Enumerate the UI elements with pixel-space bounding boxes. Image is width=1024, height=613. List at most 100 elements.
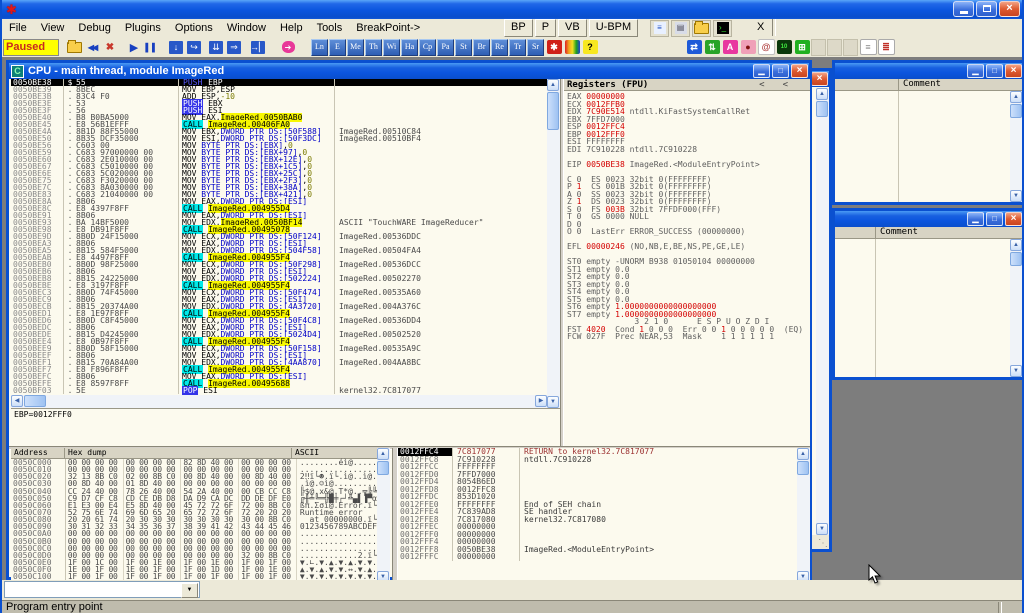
maximize-icon[interactable]: □ bbox=[986, 64, 1003, 78]
register-line[interactable]: FCW 027F Prec NEAR,53 Mask 1 1 1 1 1 1 bbox=[564, 333, 810, 341]
exec-till-return-icon[interactable]: →▏ bbox=[249, 39, 267, 56]
toolbar-letter-button-tr[interactable]: Tr bbox=[509, 39, 526, 56]
plugin-close-button[interactable]: X bbox=[750, 19, 771, 37]
menu-item-help[interactable]: Help bbox=[273, 22, 310, 34]
menu-item-tools[interactable]: Tools bbox=[310, 22, 350, 34]
scroll-down-icon[interactable]: ▼ bbox=[797, 571, 809, 580]
minimize-icon[interactable]: ▁ bbox=[967, 212, 984, 226]
go-to-icon[interactable]: ➔ bbox=[279, 39, 297, 56]
options-gear-icon[interactable]: ✱ bbox=[545, 39, 563, 56]
cpu-window[interactable]: C CPU - main thread, module ImageRed ▁ □… bbox=[6, 60, 812, 580]
run-icon[interactable]: ▶ bbox=[125, 39, 143, 56]
menu-item-file[interactable]: File bbox=[2, 22, 34, 34]
command-input[interactable]: ▼ bbox=[4, 581, 200, 598]
toolbar-letter-button-e[interactable]: E bbox=[329, 39, 346, 56]
disasm-row[interactable]: 0050BEFE.E8 8597F8FFCALL ImageRed.004956… bbox=[11, 380, 547, 387]
scroll-up-icon[interactable]: ▲ bbox=[1010, 91, 1022, 103]
updown-icon[interactable]: ⇅ bbox=[703, 39, 721, 56]
maximize-icon[interactable]: □ bbox=[772, 64, 789, 78]
scroll-right-icon[interactable]: ▶ bbox=[535, 395, 547, 407]
disassembly-pane[interactable]: 0050BE38$55PUSH EBP0050BE39.8BECMOV EBP,… bbox=[11, 79, 547, 395]
menu-item-window[interactable]: Window bbox=[220, 22, 273, 34]
dump-vscrollbar[interactable]: ▲ ▼ bbox=[377, 448, 390, 580]
scroll-down-icon[interactable]: ▼ bbox=[1010, 190, 1022, 202]
cpu-window-title-bar[interactable]: C CPU - main thread, module ImageRed ▁ □… bbox=[9, 63, 809, 79]
minimize-icon[interactable]: ▁ bbox=[753, 64, 770, 78]
info-pane[interactable]: EBP=0012FFF0 bbox=[11, 408, 560, 447]
disasm-row[interactable]: 0050BE3E.53PUSH EBX bbox=[11, 100, 547, 107]
scroll-up-icon[interactable]: ▲ bbox=[547, 79, 559, 91]
dropdown-arrow-icon[interactable]: ▼ bbox=[181, 583, 198, 598]
toolbar-letter-button-st[interactable]: St bbox=[455, 39, 472, 56]
step-over-icon[interactable]: ↪ bbox=[185, 39, 203, 56]
resize-grip[interactable]: ⋱ bbox=[818, 539, 828, 549]
highlight-a-icon[interactable]: A bbox=[721, 39, 739, 56]
scroll-down-icon[interactable]: ▼ bbox=[1010, 365, 1022, 377]
plugin-button-u-bpm[interactable]: U-BPM bbox=[589, 19, 638, 37]
toolbar-letter-button-ha[interactable]: Ha bbox=[401, 39, 418, 56]
toolbar-letter-button-sr[interactable]: Sr bbox=[527, 39, 544, 56]
menu-item-debug[interactable]: Debug bbox=[71, 22, 117, 34]
disassembly-vscrollbar[interactable]: ▲ ▼ bbox=[547, 79, 560, 408]
disasm-row[interactable]: 0050BE3B.83C4 F0ADD ESP,-10 bbox=[11, 93, 547, 100]
window-icon[interactable]: ⊞ bbox=[793, 39, 811, 56]
menu-item-breakpoint[interactable]: BreakPoint-> bbox=[349, 22, 427, 34]
close-button[interactable]: × bbox=[999, 1, 1020, 17]
main-title-bar[interactable]: ✱ × bbox=[2, 0, 1022, 19]
breakpoint-dot-icon[interactable]: ● bbox=[739, 39, 757, 56]
scroll-up-icon[interactable]: ▲ bbox=[816, 88, 828, 100]
menu-item-plugins[interactable]: Plugins bbox=[118, 22, 168, 34]
dump-header-hex[interactable]: Hex dump bbox=[65, 448, 292, 458]
scrollbar[interactable]: ▲ ▼ bbox=[816, 88, 829, 535]
disasm-row[interactable]: 0050BF03.5EPOP ESIkernel32.7C817077 bbox=[11, 387, 547, 394]
page-icon[interactable]: ≡ bbox=[859, 39, 877, 56]
scroll-left-icon[interactable]: ◀ bbox=[11, 395, 23, 407]
spiral-icon[interactable]: @ bbox=[757, 39, 775, 56]
menu-item-options[interactable]: Options bbox=[168, 22, 220, 34]
scroll-down-icon[interactable]: ▼ bbox=[377, 571, 389, 580]
stack-pane[interactable]: 0012FFC47C817077RETURN to kernel32.7C817… bbox=[398, 448, 797, 580]
register-line[interactable]: EDI 7C910228 ntdll.7C910228 bbox=[564, 146, 810, 154]
open-folder-icon[interactable] bbox=[65, 39, 83, 56]
dump-pane[interactable]: Address Hex dump ASCII 0050C00000 00 00 … bbox=[11, 448, 377, 580]
help-icon[interactable]: ? bbox=[581, 39, 599, 56]
maximize-button[interactable] bbox=[976, 1, 997, 17]
pause-icon[interactable]: ▌▌ bbox=[143, 39, 161, 56]
registers-pane[interactable]: Registers (FPU) << EAX 00000000ECX 0012F… bbox=[564, 79, 810, 446]
page-edit-icon[interactable]: ≣ bbox=[877, 39, 895, 56]
notepad-icon[interactable]: ≡ bbox=[650, 20, 669, 37]
toolbar-letter-button-pa[interactable]: Pa bbox=[437, 39, 454, 56]
maximize-icon[interactable]: □ bbox=[986, 212, 1003, 226]
plugin-button-vb[interactable]: VB bbox=[558, 19, 587, 37]
toolbar-letter-button-re[interactable]: Re bbox=[491, 39, 508, 56]
toolbar-letter-button-cp[interactable]: Cp bbox=[419, 39, 436, 56]
dump-row[interactable]: 0050C1001F 00 1F 001F 00 1F 001F 00 1F 0… bbox=[11, 573, 377, 580]
close-icon[interactable]: × bbox=[1005, 212, 1022, 226]
register-line[interactable]: T 0 GS 0000 NULL bbox=[564, 213, 810, 221]
swap-icon[interactable]: ⇄ bbox=[685, 39, 703, 56]
scroll-up-icon[interactable]: ▲ bbox=[377, 448, 389, 460]
comment-column-header[interactable]: Comment bbox=[876, 227, 918, 238]
book-icon[interactable]: ▤ bbox=[671, 20, 690, 37]
toolbar-letter-button-wi[interactable]: Wi bbox=[383, 39, 400, 56]
animate-into-icon[interactable]: ⇊ bbox=[207, 39, 225, 56]
dump-header-address[interactable]: Address bbox=[11, 448, 65, 458]
register-line[interactable]: EFL 00000246 (NO,NB,E,BE,NS,PE,GE,LE) bbox=[564, 243, 810, 251]
comment-window-bottom[interactable]: ▁ □ × Comment ▲ ▼ bbox=[832, 208, 1022, 380]
register-line[interactable]: O 0 LastErr ERROR_SUCCESS (00000000) bbox=[564, 228, 810, 236]
scroll-down-icon[interactable]: ▼ bbox=[816, 523, 828, 535]
toolbar-letter-button-br[interactable]: Br bbox=[473, 39, 490, 56]
folder-icon[interactable] bbox=[692, 20, 711, 37]
scroll-up-icon[interactable]: ▲ bbox=[797, 448, 809, 460]
toolbar-letter-button-ln[interactable]: Ln bbox=[311, 39, 328, 56]
scroll-down-icon[interactable]: ▼ bbox=[547, 396, 559, 408]
scrollbar[interactable]: ▲ ▼ bbox=[1010, 91, 1022, 202]
step-into-icon[interactable]: ↓ bbox=[167, 39, 185, 56]
toolbar-letter-button-me[interactable]: Me bbox=[347, 39, 364, 56]
menu-item-view[interactable]: View bbox=[34, 22, 72, 34]
close-icon[interactable]: × bbox=[1005, 64, 1022, 78]
comment-column-header[interactable]: Comment bbox=[899, 79, 941, 90]
appearance-icon[interactable] bbox=[563, 39, 581, 56]
restart-icon[interactable]: ◀◀ bbox=[83, 39, 101, 56]
console-icon[interactable]: ›_ bbox=[713, 20, 732, 37]
